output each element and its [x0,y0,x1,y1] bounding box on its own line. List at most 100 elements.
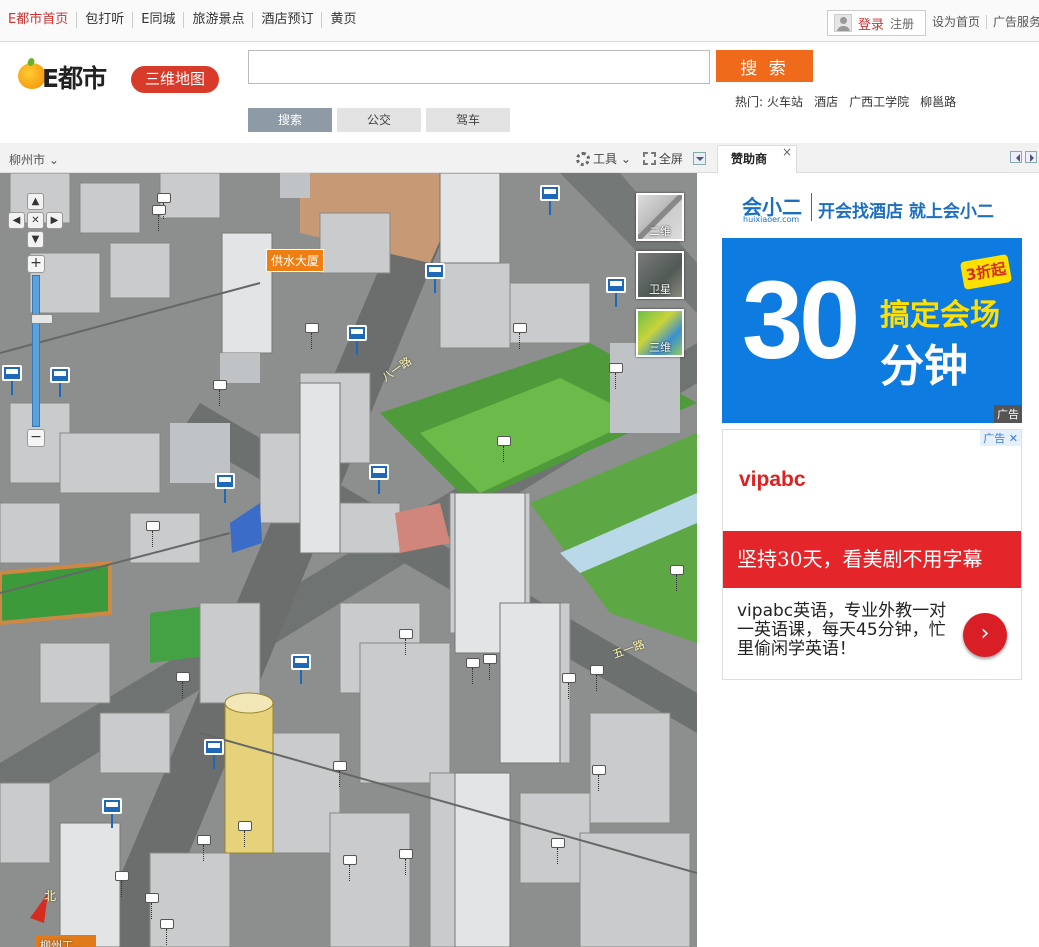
map-mode-3d-label: 三维 [649,341,671,354]
ad-banner: 30 搞定会场 分钟 3折起 广告 [722,238,1022,423]
tab-bus[interactable]: 公交 [337,108,421,132]
bus-stop-icon[interactable] [425,263,445,293]
bus-marker-icon[interactable] [513,323,527,349]
zoom-in-button[interactable]: + [27,255,45,273]
zoom-out-button[interactable]: − [27,429,45,447]
bus-marker-icon[interactable] [145,893,159,919]
map-mode-satellite-label: 卫星 [649,283,671,296]
bus-marker-icon[interactable] [213,380,227,406]
bus-marker-icon[interactable] [399,849,413,875]
ad-go-button[interactable]: › [963,613,1007,657]
map-mode-satellite[interactable]: 卫星 [636,251,684,299]
city-selector[interactable]: 柳州市 ⌄ [9,151,59,168]
map-mode-2d[interactable]: 二维 [636,193,684,241]
bus-marker-icon[interactable] [399,629,413,655]
sidebar-pager [1007,151,1037,163]
arrow-left-icon[interactable] [1010,151,1022,163]
ad-service-link[interactable]: 广告服务 [986,15,1039,29]
tab-drive[interactable]: 驾车 [426,108,510,132]
bus-marker-icon[interactable] [562,673,576,699]
top-nav: E都市首页 包打听 E同城 旅游景点 酒店预订 黄页 [0,12,365,28]
ad-huixiaoer[interactable]: 会小二 huixiaoer.com 开会找酒店 就上会小二 30 搞定会场 分钟… [722,185,1022,423]
bus-marker-icon[interactable] [590,665,604,691]
zoom-track[interactable] [31,275,53,427]
nav-hotel[interactable]: 酒店预订 [253,12,323,28]
register-link[interactable]: 注册 [890,15,914,32]
bus-marker-icon[interactable] [466,658,480,684]
nav-travel[interactable]: 旅游景点 [184,12,254,28]
tools-menu[interactable]: 工具 [593,150,617,167]
bus-marker-icon[interactable] [333,761,347,787]
bus-marker-icon[interactable] [670,565,684,591]
hot-item[interactable]: 柳邕路 [920,93,956,110]
site-logo[interactable]: E都市 [18,57,122,93]
pan-left-icon[interactable]: ◀ [8,212,25,229]
set-homepage-link[interactable]: 设为首页 [926,15,986,29]
fullscreen-button[interactable]: 全屏 [659,150,683,167]
bus-stop-icon[interactable] [369,464,389,494]
hot-searches: 热门: 火车站 酒店 广西工学院 柳邕路 [735,93,967,110]
pan-center-icon[interactable]: ✕ [27,212,44,229]
ad-brand-url: huixiaoer.com [743,215,800,224]
bus-marker-icon[interactable] [551,838,565,864]
bus-stop-icon[interactable] [347,325,367,355]
city-name: 柳州市 [9,153,46,167]
bus-marker-icon[interactable] [176,672,190,698]
collapse-dropdown-icon[interactable] [692,152,706,165]
ad-line1: 搞定会场 [880,298,1000,333]
map-tools: 工具 ⌄ 全屏 [576,150,706,167]
ad-vipabc[interactable]: 广告 ✕ vipabc 坚持30天，看美剧不用字幕 vipabc英语，专业外教一… [722,429,1022,680]
bus-stop-icon[interactable] [291,654,311,684]
nav-etongcheng[interactable]: E同城 [133,12,185,28]
bus-stop-icon[interactable] [215,473,235,503]
tab-sponsor[interactable]: 赞助商 × [717,145,797,173]
nav-home[interactable]: E都市首页 [0,12,78,28]
bus-stop-icon[interactable] [2,365,22,395]
sidebar-header: 赞助商 × [715,143,1039,173]
search-button[interactable]: 搜 索 [716,50,813,82]
bus-stop-icon[interactable] [102,798,122,828]
hot-label: 热门: [735,95,764,109]
map-view[interactable]: ▲ ◀ ✕ ▶ ▼ + − 二维 卫星 三维 供水大厦 八一路 五一路 北 柳州… [0,173,697,947]
login-link[interactable]: 登录 [858,14,884,33]
bus-marker-icon[interactable] [343,855,357,881]
bus-stop-icon[interactable] [204,739,224,769]
pan-right-icon[interactable]: ▶ [46,212,63,229]
zoom-thumb[interactable] [31,314,53,324]
hot-item[interactable]: 酒店 [814,93,838,110]
bus-marker-icon[interactable] [497,436,511,462]
bus-marker-icon[interactable] [115,871,129,897]
search-input[interactable] [248,50,710,84]
bus-marker-icon[interactable] [146,521,160,547]
bus-marker-icon[interactable] [160,919,174,945]
bus-marker-icon[interactable] [157,193,171,219]
bus-marker-icon[interactable] [305,323,319,349]
map-mode-3d[interactable]: 三维 [636,309,684,357]
bus-stop-icon[interactable] [540,185,560,215]
bus-marker-icon[interactable] [592,765,606,791]
hot-item[interactable]: 火车站 [767,93,803,110]
bus-stop-icon[interactable] [50,367,70,397]
gear-icon[interactable] [576,151,590,166]
zoom-slider: + − [27,255,53,447]
ad-line2: 分钟 [880,341,968,392]
bus-marker-icon[interactable] [609,363,623,389]
bus-marker-icon[interactable] [152,205,166,231]
map-toolbar: 柳州市 ⌄ 工具 ⌄ 全屏 [0,143,715,173]
nav-yellowpages[interactable]: 黄页 [322,12,364,28]
fullscreen-icon[interactable] [642,152,656,165]
close-icon[interactable]: × [782,139,792,165]
nav-baodating[interactable]: 包打听 [77,12,134,28]
hot-item[interactable]: 广西工学院 [849,93,909,110]
pan-up-icon[interactable]: ▲ [27,193,44,210]
arrow-right-icon[interactable] [1025,151,1037,163]
bus-marker-icon[interactable] [238,821,252,847]
poi-label[interactable]: 供水大厦 [266,249,325,272]
bus-marker-icon[interactable] [483,654,497,680]
bus-marker-icon[interactable] [197,835,211,861]
map-nav-control: ▲ ◀ ✕ ▶ ▼ + − [8,193,64,453]
tab-search[interactable]: 搜索 [248,108,332,132]
pan-down-icon[interactable]: ▼ [27,231,44,248]
ad-close-tag[interactable]: 广告 ✕ [980,430,1021,446]
bus-stop-icon[interactable] [606,277,626,307]
